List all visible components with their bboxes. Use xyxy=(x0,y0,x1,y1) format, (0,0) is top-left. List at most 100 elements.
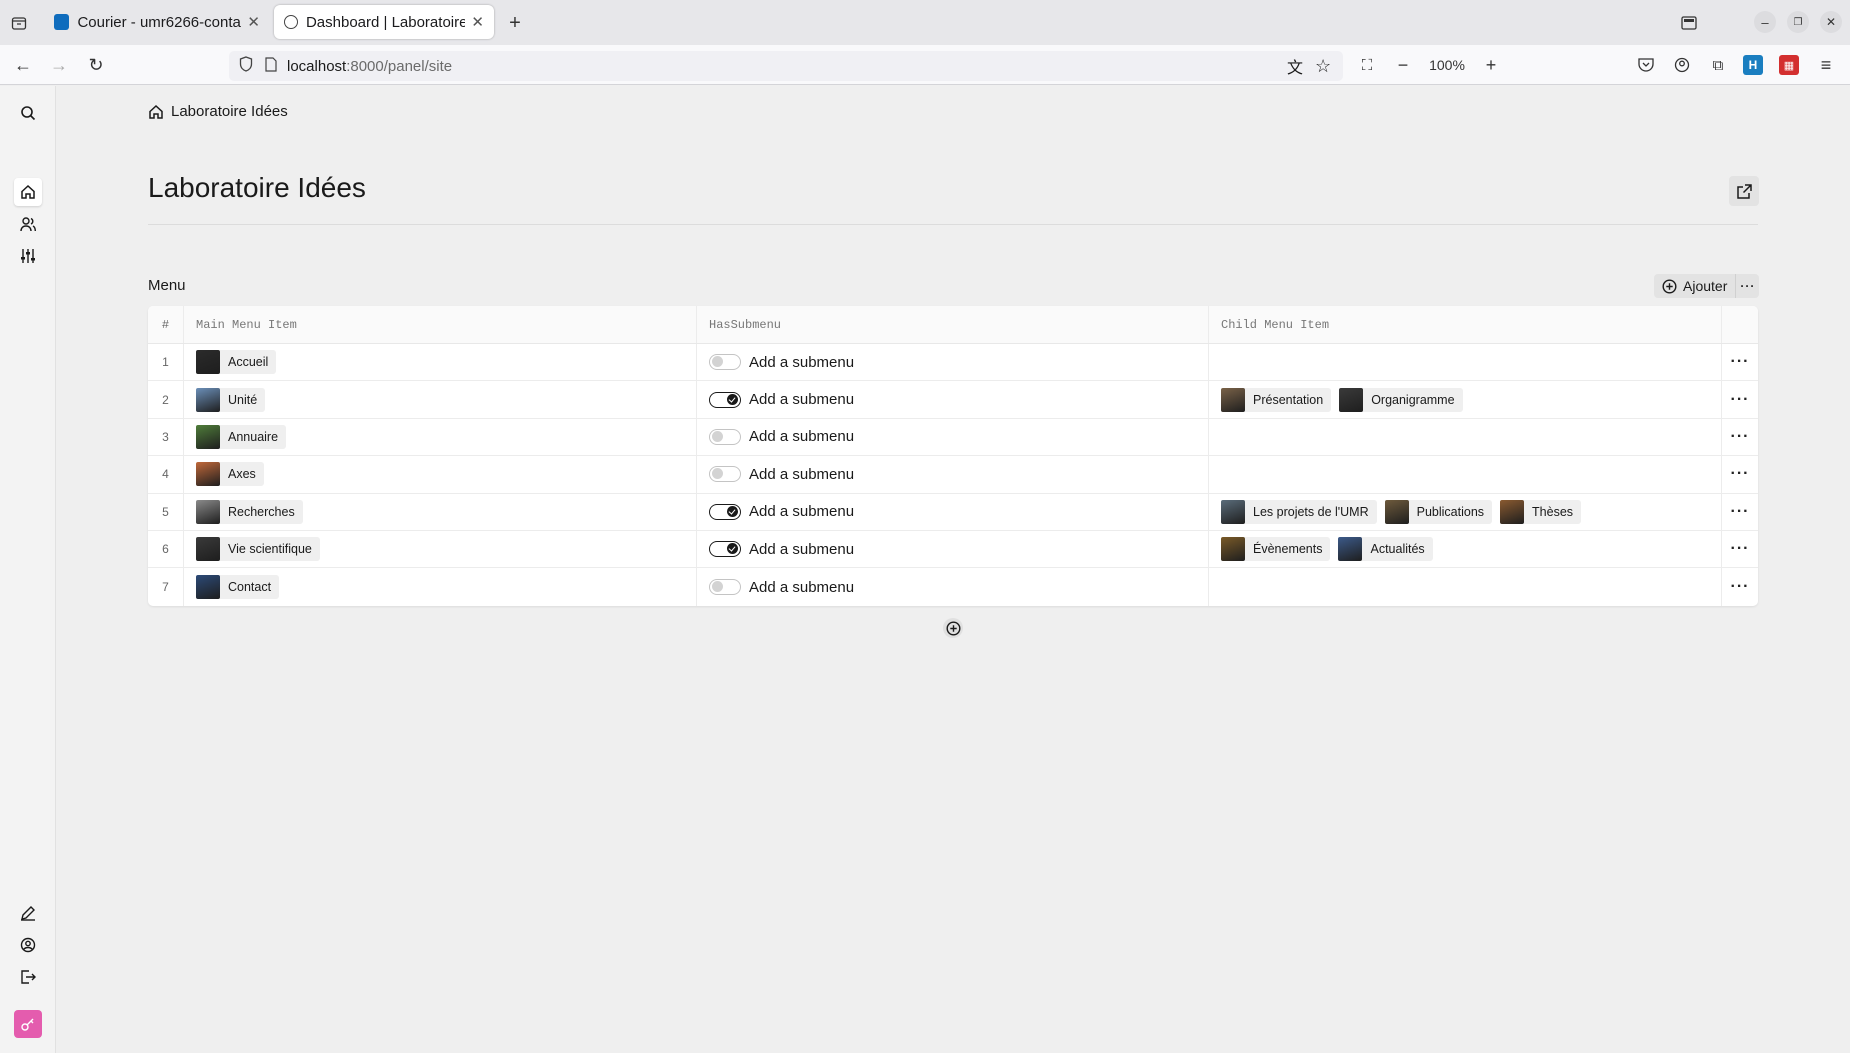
site-home-icon[interactable] xyxy=(14,178,42,206)
main-menu-chip[interactable]: Vie scientifique xyxy=(196,537,320,562)
child-menu-cell[interactable] xyxy=(1209,456,1722,493)
tab-courrier[interactable]: Courier - umr6266-conta ✕ xyxy=(44,5,270,39)
submenu-toggle[interactable] xyxy=(709,391,741,408)
add-row-button[interactable] xyxy=(943,618,963,638)
translate-icon[interactable]: 文 xyxy=(1287,54,1303,78)
child-thumbnail xyxy=(1221,499,1245,524)
account-icon[interactable] xyxy=(1671,54,1693,76)
search-icon[interactable] xyxy=(14,99,42,127)
table-row[interactable]: 3 Annuaire Add a submenu ··· xyxy=(148,418,1758,457)
bookmark-star-icon[interactable]: ☆ xyxy=(1315,56,1331,77)
close-window-icon[interactable]: ✕ xyxy=(1820,11,1842,33)
child-menu-cell[interactable]: Les projets de l'UMR Publications Thèses xyxy=(1209,493,1722,530)
main-menu-chip[interactable]: Contact xyxy=(196,575,280,600)
row-options-icon[interactable]: ··· xyxy=(1722,456,1758,492)
child-menu-chip[interactable]: Thèses xyxy=(1500,499,1582,524)
child-menu-chip[interactable]: Actualités xyxy=(1338,537,1433,562)
main-menu-cell[interactable]: Contact xyxy=(184,568,697,606)
edit-pencil-icon[interactable] xyxy=(14,899,42,927)
screenshot-icon[interactable]: ⛶ xyxy=(1356,54,1378,76)
main-menu-chip[interactable]: Annuaire xyxy=(196,424,287,449)
child-menu-chip[interactable]: Les projets de l'UMR xyxy=(1221,499,1377,524)
main-menu-cell[interactable]: Axes xyxy=(184,456,697,493)
main-menu-chip[interactable]: Unité xyxy=(196,387,266,412)
main-menu-cell[interactable]: Annuaire xyxy=(184,418,697,456)
tab-list-icon[interactable] xyxy=(8,12,30,34)
table-row[interactable]: 6 Vie scientifique Add a submenu Évèneme… xyxy=(148,530,1758,569)
picture-in-picture-icon[interactable] xyxy=(1678,12,1700,34)
extension-red-icon[interactable]: ▦ xyxy=(1779,55,1799,75)
close-tab-icon[interactable]: ✕ xyxy=(247,13,260,31)
account-circle-icon[interactable] xyxy=(14,931,42,959)
row-options-icon[interactable]: ··· xyxy=(1722,381,1758,417)
minimize-icon[interactable]: – xyxy=(1754,11,1776,33)
row-options-icon[interactable]: ··· xyxy=(1722,531,1758,567)
child-label: Évènements xyxy=(1253,542,1323,557)
main-menu-cell[interactable]: Vie scientifique xyxy=(184,530,697,568)
new-tab-icon[interactable]: + xyxy=(504,12,526,34)
table-row[interactable]: 7 Contact Add a submenu ··· xyxy=(148,568,1758,606)
extension-h-icon[interactable]: H xyxy=(1743,55,1763,75)
row-options-icon[interactable]: ··· xyxy=(1722,419,1758,455)
divider xyxy=(148,224,1758,225)
table-row[interactable]: 1 Accueil Add a submenu ··· xyxy=(148,344,1758,382)
child-menu-chip[interactable]: Organigramme xyxy=(1339,387,1463,412)
settings-sliders-icon[interactable] xyxy=(14,242,42,270)
license-key-icon[interactable] xyxy=(14,1010,42,1038)
child-menu-chip[interactable]: Évènements xyxy=(1221,537,1331,562)
main-menu-chip[interactable]: Accueil xyxy=(196,350,277,375)
child-menu-cell[interactable] xyxy=(1209,344,1722,381)
submenu-cell[interactable]: Add a submenu xyxy=(697,568,1209,606)
child-menu-cell[interactable] xyxy=(1209,418,1722,456)
child-menu-cell[interactable]: Présentation Organigramme xyxy=(1209,381,1722,418)
submenu-toggle[interactable] xyxy=(709,428,741,445)
main-menu-cell[interactable]: Unité xyxy=(184,381,697,418)
more-options-icon[interactable]: ··· xyxy=(1735,274,1759,298)
forward-icon[interactable]: → xyxy=(48,54,70,76)
extensions-icon[interactable]: ⧉ xyxy=(1707,54,1729,76)
child-menu-chip[interactable]: Présentation xyxy=(1221,387,1332,412)
users-icon[interactable] xyxy=(14,210,42,238)
main-menu-chip[interactable]: Recherches xyxy=(196,499,303,524)
tab-dashboard[interactable]: Dashboard | Laboratoire I ✕ xyxy=(274,5,494,39)
table-row[interactable]: 5 Recherches Add a submenu Les projets d… xyxy=(148,493,1758,531)
child-menu-cell[interactable] xyxy=(1209,568,1722,606)
submenu-cell[interactable]: Add a submenu xyxy=(697,456,1209,493)
table-row[interactable]: 4 Axes Add a submenu ··· xyxy=(148,456,1758,494)
zoom-level[interactable]: 100% xyxy=(1424,54,1470,76)
open-site-button[interactable] xyxy=(1729,176,1759,206)
submenu-toggle[interactable] xyxy=(709,466,741,483)
row-options-icon[interactable]: ··· xyxy=(1722,344,1758,380)
submenu-cell[interactable]: Add a submenu xyxy=(697,344,1209,381)
url-bar[interactable]: localhost:8000/panel/site 文 ☆ xyxy=(229,51,1343,81)
breadcrumb[interactable]: Laboratoire Idées xyxy=(148,103,288,120)
main-menu-chip[interactable]: Axes xyxy=(196,462,264,487)
row-options-icon[interactable]: ··· xyxy=(1722,568,1758,605)
table-row[interactable]: 2 Unité Add a submenu Présentation Organ… xyxy=(148,381,1758,419)
child-menu-cell[interactable]: Évènements Actualités xyxy=(1209,530,1722,568)
submenu-toggle[interactable] xyxy=(709,354,741,371)
submenu-cell[interactable]: Add a submenu xyxy=(697,381,1209,418)
submenu-toggle[interactable] xyxy=(709,503,741,520)
browser-nav-bar: ← → ↻ localhost:8000/panel/site 文 ☆ ⛶ − … xyxy=(0,45,1850,85)
submenu-toggle[interactable] xyxy=(709,541,741,558)
close-tab-icon[interactable]: ✕ xyxy=(471,13,484,31)
back-icon[interactable]: ← xyxy=(12,54,34,76)
main-menu-cell[interactable]: Accueil xyxy=(184,344,697,381)
add-button[interactable]: Ajouter xyxy=(1654,274,1735,298)
submenu-cell[interactable]: Add a submenu xyxy=(697,493,1209,530)
row-options-icon[interactable]: ··· xyxy=(1722,494,1758,530)
child-menu-chip[interactable]: Publications xyxy=(1384,499,1493,524)
zoom-out-icon[interactable]: − xyxy=(1392,54,1414,76)
submenu-cell[interactable]: Add a submenu xyxy=(697,418,1209,456)
main-menu-cell[interactable]: Recherches xyxy=(184,493,697,530)
logout-icon[interactable] xyxy=(14,963,42,991)
zoom-in-icon[interactable]: + xyxy=(1480,54,1502,76)
submenu-cell[interactable]: Add a submenu xyxy=(697,530,1209,568)
pocket-icon[interactable] xyxy=(1635,54,1657,76)
hamburger-menu-icon[interactable]: ≡ xyxy=(1815,54,1837,76)
restore-icon[interactable]: ❐ xyxy=(1787,11,1809,33)
submenu-toggle[interactable] xyxy=(709,579,741,596)
reload-icon[interactable]: ↻ xyxy=(85,54,107,76)
submenu-label: Add a submenu xyxy=(749,578,855,596)
